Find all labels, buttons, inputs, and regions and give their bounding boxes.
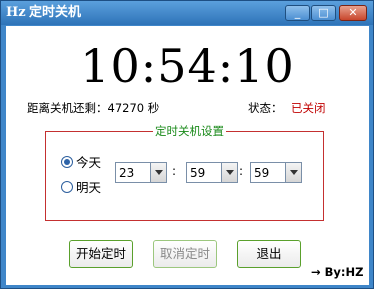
status-value: 已关闭	[291, 101, 326, 115]
current-time-display: 10:54:10	[80, 39, 295, 93]
chevron-down-icon[interactable]	[285, 163, 301, 182]
minute-value: 59	[190, 166, 206, 180]
close-icon: ✕	[348, 6, 358, 19]
minimize-icon: _	[294, 6, 301, 19]
radio-unchecked-icon	[61, 180, 73, 193]
author-credit: → By:HZ	[311, 265, 364, 279]
countdown-text: 距离关机还剩：47270 秒	[27, 101, 160, 115]
exit-button[interactable]: 退出	[237, 240, 301, 268]
maximize-button[interactable]: □	[311, 5, 336, 21]
minute-select[interactable]: 59	[186, 162, 238, 183]
chevron-down-icon[interactable]	[221, 163, 237, 182]
app-window: Hz 定时关机 _ □ ✕ 10:54:10 距离关机还剩：47270 秒 状态…	[0, 0, 374, 289]
close-button[interactable]: ✕	[339, 5, 367, 21]
settings-group-title: 定时关机设置	[153, 124, 226, 138]
status-label: 状态：	[248, 101, 283, 115]
title-bar[interactable]: Hz 定时关机 _ □ ✕	[1, 1, 373, 25]
start-timer-button[interactable]: 开始定时	[69, 240, 133, 268]
client-area: 10:54:10 距离关机还剩：47270 秒 状态： 已关闭 定时关机设置 今…	[6, 26, 369, 285]
radio-checked-icon	[61, 155, 73, 168]
cancel-timer-button[interactable]: 取消定时	[153, 240, 217, 268]
radio-tomorrow-label: 明天	[76, 180, 102, 195]
second-value: 59	[254, 166, 270, 180]
window-title: 定时关机	[29, 5, 82, 20]
second-select[interactable]: 59	[250, 162, 302, 183]
hour-value: 23	[119, 166, 135, 180]
radio-today-label: 今天	[76, 155, 102, 170]
minimize-button[interactable]: _	[285, 5, 310, 21]
shutdown-settings-group: 定时关机设置 今天 明天 23 : 59 : 59	[45, 124, 324, 221]
radio-tomorrow[interactable]: 明天	[61, 177, 101, 196]
hour-select[interactable]: 23	[115, 162, 167, 183]
chevron-down-icon[interactable]	[150, 163, 166, 182]
radio-today[interactable]: 今天	[61, 152, 101, 171]
time-separator: :	[172, 164, 177, 178]
time-separator: :	[239, 164, 244, 178]
app-logo-icon: Hz	[6, 5, 26, 20]
maximize-icon: □	[318, 6, 329, 19]
